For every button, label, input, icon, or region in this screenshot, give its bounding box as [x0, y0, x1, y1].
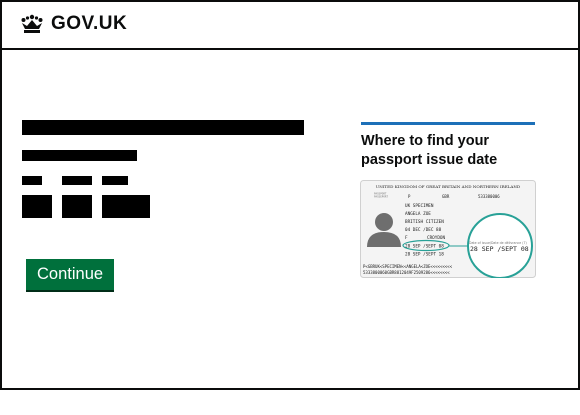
redacted-day-label — [22, 176, 42, 185]
site-header: GOV.UK — [2, 2, 578, 50]
passport-given-names: ANGELA ZOE — [405, 211, 431, 217]
passport-issue-date: 28 SEP /SEPT 08 — [405, 244, 444, 250]
govuk-logo-link[interactable]: GOV.UK — [20, 13, 127, 35]
page-frame: GOV.UK Continue Where to find your passp… — [0, 0, 580, 390]
redacted-heading — [22, 120, 304, 135]
logo-text: GOV.UK — [51, 13, 128, 34]
crown-icon — [21, 14, 43, 33]
continue-button[interactable]: Continue — [26, 259, 115, 290]
redacted-hint — [22, 150, 137, 161]
passport-country: UNITED KINGDOM OF GREAT BRITAIN AND NORT… — [376, 184, 521, 189]
passport-mrz-2: 5333800060GBR8812049F2509286<<<<<<<< — [363, 270, 450, 275]
passport-nationality: BRITISH CITIZEN — [405, 219, 444, 225]
month-input[interactable] — [62, 195, 92, 218]
passport-mrz-1: P<GBRUK<SPECIMEN<<ANGELA<ZOE<<<<<<<<< — [363, 264, 453, 269]
aside-top-rule — [361, 122, 535, 125]
zoom-issue-date: 28 SEP /SEPT 08 — [470, 245, 529, 253]
passport-number: 533380006 — [478, 194, 500, 199]
passport-expiry-date: 28 SEP /SEPT 18 — [405, 252, 444, 258]
svg-text:PASSEPORT: PASSEPORT — [374, 195, 388, 199]
passport-sex: F — [405, 235, 408, 241]
day-input[interactable] — [22, 195, 52, 218]
passport-code: GBR — [442, 194, 450, 199]
redacted-month-label — [62, 176, 92, 185]
passport-surname: UK SPECIMEN — [405, 203, 434, 209]
redacted-year-label — [102, 176, 128, 185]
passport-example-image: UNITED KINGDOM OF GREAT BRITAIN AND NORT… — [360, 180, 536, 278]
year-input[interactable] — [102, 195, 150, 218]
aside-title: Where to find your passport issue date — [361, 133, 498, 168]
passport-dob: 04 DEC /DEC 88 — [405, 227, 442, 233]
passport-help-aside: Where to find your passport issue date — [361, 122, 535, 170]
